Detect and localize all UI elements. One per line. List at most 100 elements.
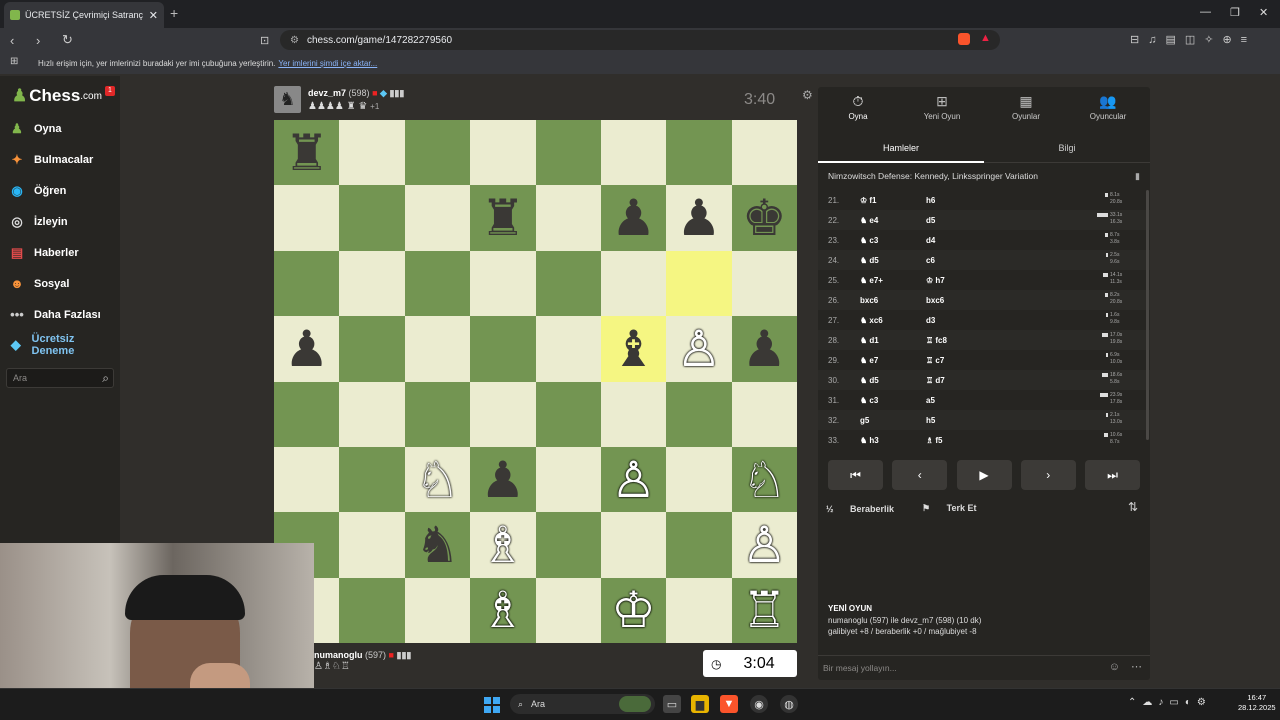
white-move[interactable]: ♔ f1 <box>860 196 877 205</box>
piece-f5[interactable]: ♝ <box>611 324 656 374</box>
white-move[interactable]: ♞ e7 <box>860 356 878 365</box>
black-move[interactable]: ♖ fc8 <box>926 336 947 345</box>
sidebar-search-input[interactable]: Ara ⌕ <box>6 368 114 388</box>
square-h5[interactable]: ♟ <box>731 316 797 382</box>
square-g7[interactable]: ♟ <box>666 185 732 251</box>
minimize-icon[interactable]: — <box>1200 6 1211 18</box>
square-d5[interactable] <box>470 316 536 382</box>
square-d7[interactable]: ♜ <box>470 185 536 251</box>
white-move[interactable]: ♞ c3 <box>860 236 878 245</box>
obs-icon[interactable]: ◉ <box>750 695 768 713</box>
opponent-name-row[interactable]: devz_m7 (598) ■ ◆ ▮▮▮ <box>308 88 404 99</box>
move-row[interactable]: 24. ♞ d5 c6 2.5s 9.6s <box>818 250 1150 270</box>
black-move[interactable]: bxc6 <box>926 296 944 305</box>
square-d8[interactable] <box>470 120 536 186</box>
piece-d7[interactable]: ♜ <box>480 193 525 243</box>
square-e7[interactable] <box>535 185 601 251</box>
square-h6[interactable] <box>731 250 797 317</box>
black-move[interactable]: a5 <box>926 396 935 405</box>
move-row[interactable]: 31. ♞ c3 a5 23.9s 17.8s <box>818 390 1150 410</box>
tab-games[interactable]: ▦ Oyunlar <box>986 93 1066 121</box>
black-move[interactable]: d3 <box>926 316 935 325</box>
play-button[interactable]: ▶ <box>956 460 1012 490</box>
square-f4[interactable] <box>600 381 667 447</box>
move-row[interactable]: 33. ♞ h3 ♗ f5 10.6s 8.7s <box>818 430 1150 450</box>
piece-d3[interactable]: ♟ <box>480 455 525 505</box>
square-g3[interactable] <box>666 446 732 513</box>
last-move-button[interactable]: ⏭ <box>1085 460 1140 490</box>
square-d3[interactable]: ♟ <box>470 446 536 513</box>
square-h7[interactable]: ♚ <box>731 185 797 251</box>
square-c5[interactable] <box>404 316 471 382</box>
new-tab-icon[interactable]: + <box>170 5 178 21</box>
white-move[interactable]: ♞ e7+ <box>860 276 883 285</box>
square-c3[interactable]: ♘ <box>404 446 471 513</box>
square-c6[interactable] <box>404 250 471 317</box>
white-move[interactable]: ♞ d1 <box>860 336 879 345</box>
square-f5[interactable]: ♝ <box>600 316 667 382</box>
previous-move-button[interactable]: ‹ <box>892 460 948 490</box>
square-e5[interactable] <box>535 316 601 382</box>
square-g1[interactable] <box>666 577 732 643</box>
task-view-icon[interactable]: ▭ <box>663 695 681 713</box>
square-h3[interactable]: ♘ <box>731 446 797 513</box>
tab-play[interactable]: ⏱ Oyna <box>818 93 898 121</box>
move-row[interactable]: 30. ♞ d5 ♖ d7 18.6s 5.8s <box>818 370 1150 390</box>
white-move[interactable]: ♞ d5 <box>860 376 879 385</box>
piece-f7[interactable]: ♟ <box>611 193 656 243</box>
square-f8[interactable] <box>600 120 667 186</box>
app-icon[interactable]: ◍ <box>780 695 798 713</box>
piece-a8[interactable]: ♜ <box>284 128 329 178</box>
square-g5[interactable]: ♙ <box>666 316 732 382</box>
gear-icon[interactable]: ⚙ <box>802 88 813 102</box>
taskbar-search[interactable]: ⌕ Ara <box>510 694 655 714</box>
file-explorer-icon[interactable]: ▆ <box>691 695 709 713</box>
opening-name[interactable]: Nimzowitsch Defense: Kennedy, Linkssprin… <box>828 171 1038 181</box>
square-b3[interactable] <box>339 446 405 513</box>
square-f3[interactable]: ♙ <box>600 446 667 513</box>
piece-h1[interactable]: ♖ <box>742 585 787 635</box>
square-a4[interactable] <box>274 381 340 447</box>
square-d6[interactable] <box>470 250 536 317</box>
move-row[interactable]: 32. g5 h5 2.1s 13.0s <box>818 410 1150 430</box>
sidebar-item-news[interactable]: ▤ Haberler <box>8 245 79 261</box>
square-c7[interactable] <box>404 185 471 251</box>
move-row[interactable]: 25. ♞ e7+ ♔ h7 14.1s 11.3s <box>818 270 1150 290</box>
black-move[interactable]: d5 <box>926 216 935 225</box>
piece-d2[interactable]: ♗ <box>480 520 525 570</box>
close-tab-icon[interactable]: ✕ <box>149 9 158 22</box>
square-b5[interactable] <box>339 316 405 382</box>
sidebar-item-free-trial[interactable]: ◆ Ücretsiz Deneme <box>8 333 108 357</box>
square-e4[interactable] <box>535 381 601 447</box>
forward-icon[interactable]: › <box>36 33 52 48</box>
square-g8[interactable] <box>666 120 732 186</box>
tab-new-game[interactable]: ⊞ Yeni Oyun <box>902 93 982 121</box>
move-row[interactable]: 26. bxc6 bxc6 8.2s 20.8s <box>818 290 1150 310</box>
windows-start-icon[interactable] <box>484 697 500 713</box>
square-f6[interactable] <box>600 250 667 317</box>
square-e2[interactable] <box>535 512 601 578</box>
chess-board[interactable]: ♜ ♜ ♟ ♟ ♚ ♟ ♝ ♙ ♟ ♘ ♟ ♙ ♘ ♞ ♗ ♙ ♗ ♔ ♖ <box>274 120 797 643</box>
tab-moves[interactable]: Hamleler <box>818 143 984 163</box>
brave-rewards-icon[interactable]: ▲ <box>980 32 991 44</box>
toolbar-icons[interactable]: ⊟♫▤◫✧⊕≡ <box>1130 33 1256 46</box>
square-h2[interactable]: ♙ <box>731 512 797 578</box>
apps-grid-icon[interactable]: ⊞ <box>10 56 18 67</box>
notification-badge[interactable]: 1 <box>105 86 115 96</box>
square-b7[interactable] <box>339 185 405 251</box>
square-b4[interactable] <box>339 381 405 447</box>
square-d4[interactable] <box>470 381 536 447</box>
black-move[interactable]: c6 <box>926 256 935 265</box>
move-row[interactable]: 22. ♞ e4 d5 33.1s 16.3s <box>818 210 1150 230</box>
square-c4[interactable] <box>404 381 471 447</box>
black-move[interactable]: ♗ f5 <box>926 436 943 445</box>
square-a8[interactable]: ♜ <box>274 120 340 186</box>
close-window-icon[interactable]: ✕ <box>1259 6 1268 19</box>
opponent-avatar[interactable]: ♞ <box>274 86 301 113</box>
import-bookmarks-link[interactable]: Yer imlerini şimdi içe aktar... <box>278 59 377 68</box>
piece-c3[interactable]: ♘ <box>415 455 460 505</box>
resign-button[interactable]: ⚑ Terk Et <box>922 503 990 514</box>
sidebar-item-more[interactable]: ••• Daha Fazlası <box>8 307 100 322</box>
back-icon[interactable]: ‹ <box>10 33 26 48</box>
black-move[interactable]: h5 <box>926 416 935 425</box>
